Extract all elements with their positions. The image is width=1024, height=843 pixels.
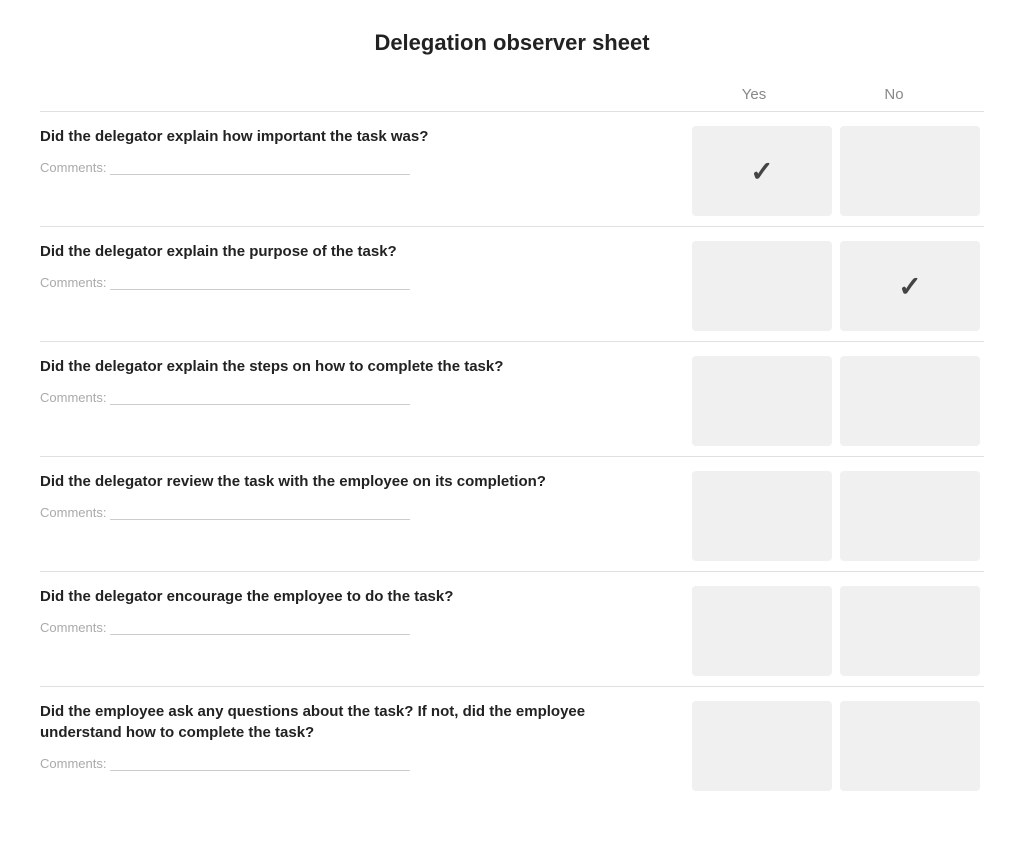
- comments-label-2: Comments:: [40, 274, 668, 290]
- question-left-4: Did the delegator review the task with t…: [40, 471, 688, 561]
- yes-cell-2[interactable]: [692, 241, 832, 331]
- table-row: Did the delegator review the task with t…: [40, 456, 984, 571]
- question-left-3: Did the delegator explain the steps on h…: [40, 356, 688, 446]
- table-row: Did the delegator explain the purpose of…: [40, 226, 984, 341]
- question-text-4: Did the delegator review the task with t…: [40, 471, 668, 492]
- questions-container: Did the delegator explain how important …: [40, 111, 984, 801]
- question-left-6: Did the employee ask any questions about…: [40, 701, 688, 791]
- question-text-5: Did the delegator encourage the employee…: [40, 586, 668, 607]
- yes-cell-3[interactable]: [692, 356, 832, 446]
- question-left-2: Did the delegator explain the purpose of…: [40, 241, 688, 331]
- comments-label-6: Comments:: [40, 755, 668, 771]
- question-text-1: Did the delegator explain how important …: [40, 126, 668, 147]
- table-row: Did the employee ask any questions about…: [40, 686, 984, 801]
- comments-underline-1[interactable]: [110, 159, 410, 175]
- yes-cell-5[interactable]: [692, 586, 832, 676]
- page-title: Delegation observer sheet: [40, 20, 984, 56]
- no-cell-6[interactable]: [840, 701, 980, 791]
- no-cell-4[interactable]: [840, 471, 980, 561]
- comments-label-1: Comments:: [40, 159, 668, 175]
- column-headers: Yes No: [40, 86, 984, 103]
- no-cell-3[interactable]: [840, 356, 980, 446]
- yes-cell-1[interactable]: ✓: [692, 126, 832, 216]
- yes-header: Yes: [684, 86, 824, 103]
- table-row: Did the delegator encourage the employee…: [40, 571, 984, 686]
- comments-label-4: Comments:: [40, 504, 668, 520]
- question-left-1: Did the delegator explain how important …: [40, 126, 688, 216]
- checkmark-no-2: ✓: [898, 270, 921, 303]
- no-cell-2[interactable]: ✓: [840, 241, 980, 331]
- comments-underline-6[interactable]: [110, 755, 410, 771]
- comments-underline-4[interactable]: [110, 504, 410, 520]
- no-header: No: [824, 86, 964, 103]
- checkmark-yes-1: ✓: [750, 155, 773, 188]
- comments-label-3: Comments:: [40, 389, 668, 405]
- no-cell-1[interactable]: [840, 126, 980, 216]
- question-text-3: Did the delegator explain the steps on h…: [40, 356, 668, 377]
- yes-cell-4[interactable]: [692, 471, 832, 561]
- comments-underline-5[interactable]: [110, 619, 410, 635]
- question-text-2: Did the delegator explain the purpose of…: [40, 241, 668, 262]
- table-row: Did the delegator explain how important …: [40, 111, 984, 226]
- question-left-5: Did the delegator encourage the employee…: [40, 586, 688, 676]
- comments-label-5: Comments:: [40, 619, 668, 635]
- comments-underline-3[interactable]: [110, 389, 410, 405]
- yes-cell-6[interactable]: [692, 701, 832, 791]
- no-cell-5[interactable]: [840, 586, 980, 676]
- question-text-6: Did the employee ask any questions about…: [40, 701, 668, 743]
- comments-underline-2[interactable]: [110, 274, 410, 290]
- table-row: Did the delegator explain the steps on h…: [40, 341, 984, 456]
